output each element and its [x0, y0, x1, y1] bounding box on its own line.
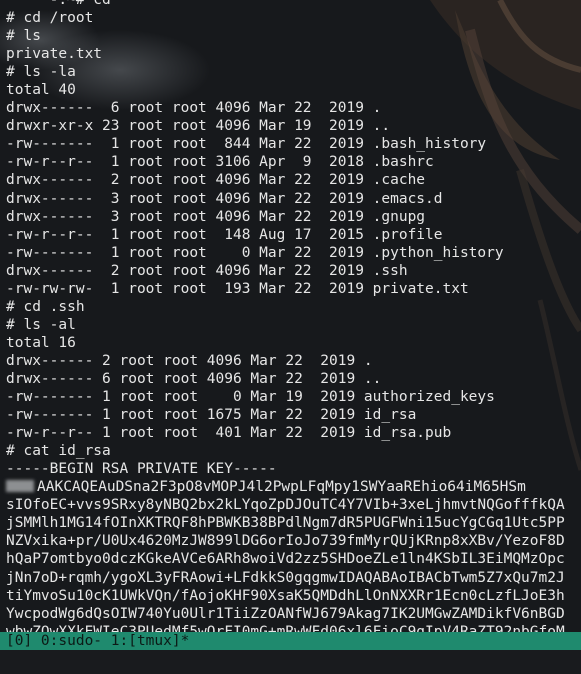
terminal-line: sIOfoEC+vvs9SRxy8yNBQ2bx2kLYqoZpDJOuTC4Y…	[6, 497, 565, 514]
terminal-line: -rw-rw-rw- 1 root root 193 Mar 22 2019 p…	[6, 280, 469, 297]
terminal-line: hQaP7omtbyo0dczKGkeAVCe6ARh8woiVd2zz5SHD…	[6, 551, 565, 568]
terminal-line: drwx------ 2 root root 4096 Mar 22 2019 …	[6, 172, 426, 189]
terminal-line: -rw-r--r-- 1 root root 3106 Apr 9 2018 .…	[6, 154, 434, 171]
terminal-line: tiYmvoSu10cK1UWkVQn/fAojoKHF90XsaK5QMDdh…	[6, 587, 565, 604]
terminal-line: YwcpodWg6dQsOIW740Yu0Ulr1TiiZzOANfWJ679A…	[6, 605, 565, 622]
terminal-line: -----BEGIN RSA PRIVATE KEY-----	[6, 461, 277, 478]
terminal-line: # cd /root	[6, 10, 94, 27]
terminal-line: drwx------ 2 root root 4096 Mar 22 2019 …	[6, 352, 373, 369]
terminal-line: # cd .ssh	[6, 298, 85, 315]
terminal-pane[interactable]: -:~# cd # cd /root # ls private.txt # ls…	[0, 0, 581, 640]
terminal-line: -rw------- 1 root root 844 Mar 22 2019 .…	[6, 136, 487, 153]
tmux-status-bar[interactable]: [0] 0:sudo- 1:[tmux]*	[0, 632, 581, 650]
terminal-line: drwxr-xr-x 23 root root 4096 Mar 19 2019…	[6, 118, 391, 135]
terminal-line: # ls -al	[6, 316, 76, 333]
window-bottom-padding	[0, 650, 581, 674]
terminal-line: # ls -la	[6, 64, 76, 81]
terminal-line: -rw-r--r-- 1 root root 401 Mar 22 2019 i…	[6, 425, 452, 442]
terminal-line: drwx------ 2 root root 4096 Mar 22 2019 …	[6, 262, 408, 279]
redacted-key-fragment	[6, 480, 34, 493]
terminal-line: NZVxika+pr/U0Ux4620MzJW899lDG6orIoJo739f…	[6, 533, 565, 550]
terminal-line: drwx------ 3 root root 4096 Mar 22 2019 …	[6, 208, 426, 225]
terminal-line: -rw-r--r-- 1 root root 148 Aug 17 2015 .…	[6, 226, 443, 243]
terminal-line: # ls	[6, 28, 41, 45]
terminal-line: -rw------- 1 root root 0 Mar 22 2019 .py…	[6, 244, 504, 261]
terminal-line: -:~# cd	[6, 0, 277, 8]
terminal-line: drwx------ 3 root root 4096 Mar 22 2019 …	[6, 190, 443, 207]
terminal-line: -rw------- 1 root root 0 Mar 19 2019 aut…	[6, 389, 495, 406]
terminal-line: private.txt	[6, 46, 103, 63]
terminal-line: total 40	[6, 82, 76, 99]
terminal-line: AAKCAQEAuDSna2F3pO8vMOPJ4l2PwpLFqMpy1SWY…	[6, 478, 581, 496]
terminal-line: jNn7oD+rqmh/ygoXL3yFRAowi+LFdkkS0gqgmwID…	[6, 569, 565, 586]
terminal-line: jSMMlh1MG14fOInXKTRQF8hPBWKB38BPdlNgm7dR…	[6, 515, 565, 532]
terminal-line: drwx------ 6 root root 4096 Mar 22 2019 …	[6, 370, 382, 387]
terminal-line: drwx------ 6 root root 4096 Mar 22 2019 …	[6, 100, 382, 117]
key-line-text: AAKCAQEAuDSna2F3pO8vMOPJ4l2PwpLFqMpy1SWY…	[37, 479, 526, 496]
terminal-line: total 16	[6, 334, 76, 351]
terminal-line: -rw------- 1 root root 1675 Mar 22 2019 …	[6, 407, 417, 424]
terminal-line: # cat id_rsa	[6, 443, 111, 460]
